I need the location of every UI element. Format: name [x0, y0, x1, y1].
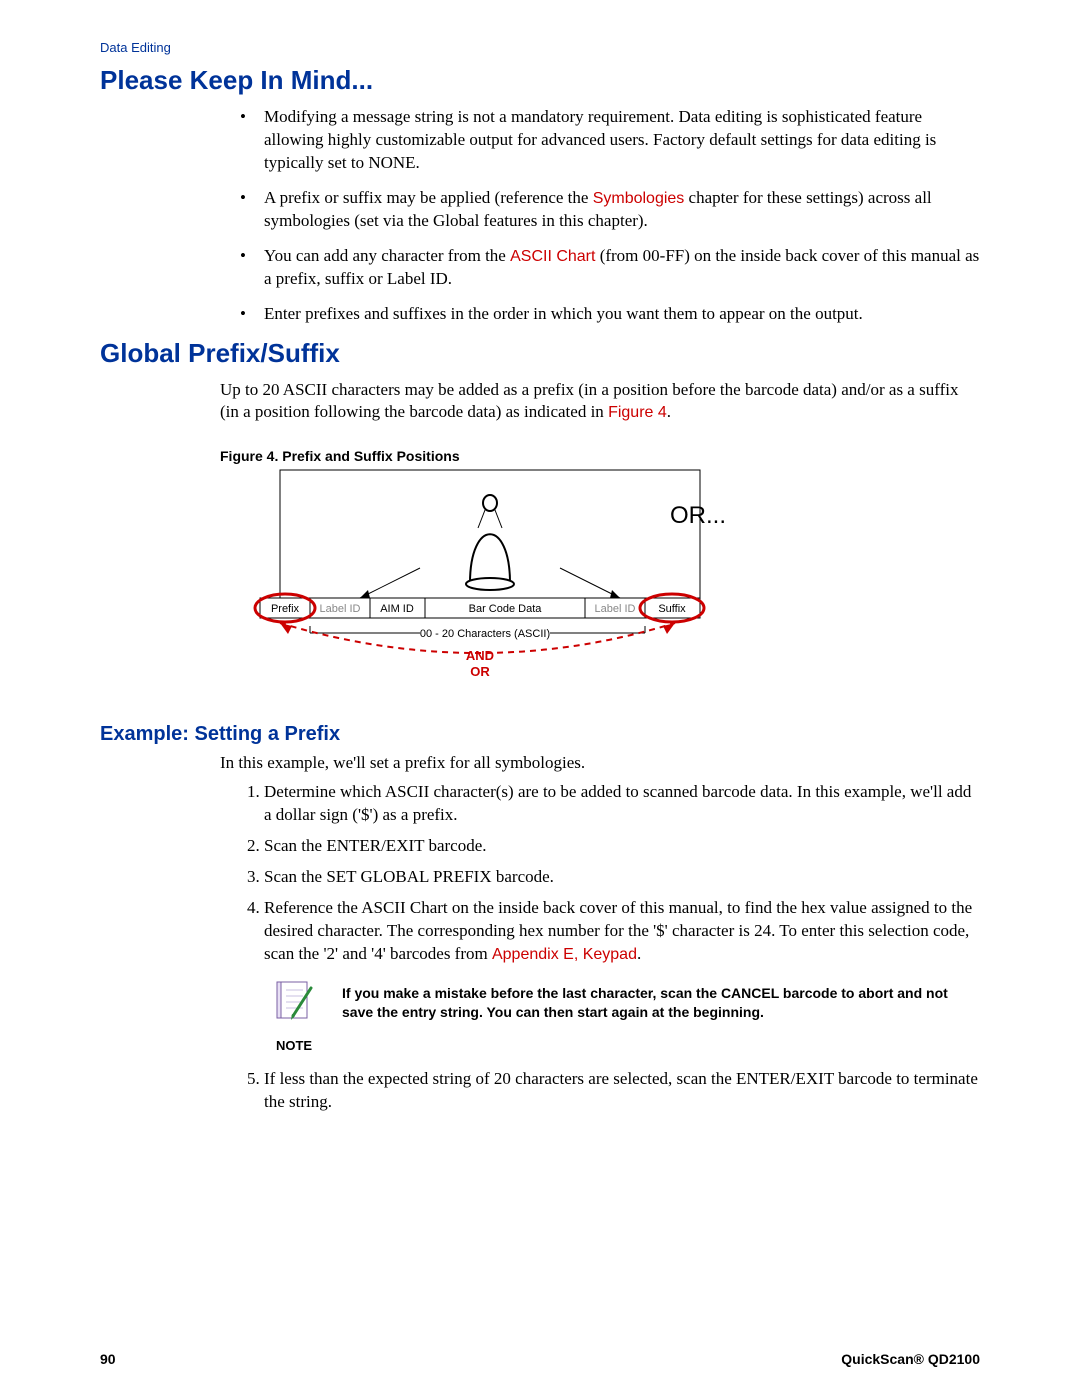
bullet-4: Enter prefixes and suffixes in the order… [240, 303, 980, 326]
gps-text-a: Up to 20 ASCII characters may be added a… [220, 380, 958, 422]
bullet-1-text: Modifying a message string is not a mand… [264, 107, 936, 172]
figure-4-link[interactable]: Figure 4 [608, 404, 667, 421]
step-1-text: Determine which ASCII character(s) are t… [264, 782, 971, 824]
step-3: Scan the SET GLOBAL PREFIX barcode. [264, 866, 980, 889]
figure-or2: OR [470, 664, 490, 679]
figure-and: AND [466, 648, 494, 663]
figure-caption: Figure 4. Prefix and Suffix Positions [220, 448, 980, 464]
gps-paragraph: Up to 20 ASCII characters may be added a… [220, 379, 980, 425]
step-2: Scan the ENTER/EXIT barcode. [264, 835, 980, 858]
step-4: Reference the ASCII Chart on the inside … [264, 897, 980, 1054]
keep-in-mind-list: Modifying a message string is not a mand… [240, 106, 980, 326]
cell-suffix: Suffix [658, 603, 686, 615]
step-1: Determine which ASCII character(s) are t… [264, 781, 980, 827]
bullet-3: You can add any character from the ASCII… [240, 245, 980, 291]
step-2-text: Scan the ENTER/EXIT barcode. [264, 836, 487, 855]
figure-4-diagram: OR... Prefix Label ID AIM ID Bar Code Da… [220, 468, 780, 693]
cell-label2: Label ID [595, 603, 636, 615]
page-footer: 90 QuickScan® QD2100 [100, 1351, 980, 1367]
step-4-text-b: . [637, 944, 641, 963]
bullet-2-text-a: A prefix or suffix may be applied (refer… [264, 188, 593, 207]
cell-data: Bar Code Data [469, 603, 543, 615]
cell-label1: Label ID [320, 603, 361, 615]
example-steps: Determine which ASCII character(s) are t… [240, 781, 980, 1114]
heading-global-prefix-suffix: Global Prefix/Suffix [100, 338, 980, 369]
heading-please-keep-in-mind: Please Keep In Mind... [100, 65, 980, 96]
step-5-text: If less than the expected string of 20 c… [264, 1069, 978, 1111]
running-header: Data Editing [100, 40, 980, 55]
gps-text-b: . [667, 402, 671, 421]
bullet-2: A prefix or suffix may be applied (refer… [240, 187, 980, 233]
figure-or-text: OR... [670, 502, 726, 529]
product-name: QuickScan® QD2100 [841, 1351, 980, 1367]
step-3-text: Scan the SET GLOBAL PREFIX barcode. [264, 867, 554, 886]
page-number: 90 [100, 1351, 116, 1367]
note-block: NOTE If you make a mistake before the la… [264, 976, 980, 1054]
bullet-4-text: Enter prefixes and suffixes in the order… [264, 304, 863, 323]
bullet-1: Modifying a message string is not a mand… [240, 106, 980, 175]
example-intro: In this example, we'll set a prefix for … [220, 752, 980, 775]
appendix-e-link[interactable]: Appendix E, Keypad [492, 946, 637, 963]
note-icon [269, 976, 319, 1026]
ascii-chart-link[interactable]: ASCII Chart [510, 248, 595, 265]
step-5: If less than the expected string of 20 c… [264, 1068, 980, 1114]
cell-prefix: Prefix [271, 603, 300, 615]
note-label: NOTE [264, 1037, 324, 1055]
note-text: If you make a mistake before the last ch… [342, 976, 980, 1022]
figure-chars: 00 - 20 Characters (ASCII) [420, 628, 550, 640]
cell-aim: AIM ID [380, 603, 414, 615]
symbologies-link[interactable]: Symbologies [593, 190, 685, 207]
bullet-3-text-a: You can add any character from the [264, 246, 510, 265]
heading-example-setting-prefix: Example: Setting a Prefix [100, 723, 980, 746]
